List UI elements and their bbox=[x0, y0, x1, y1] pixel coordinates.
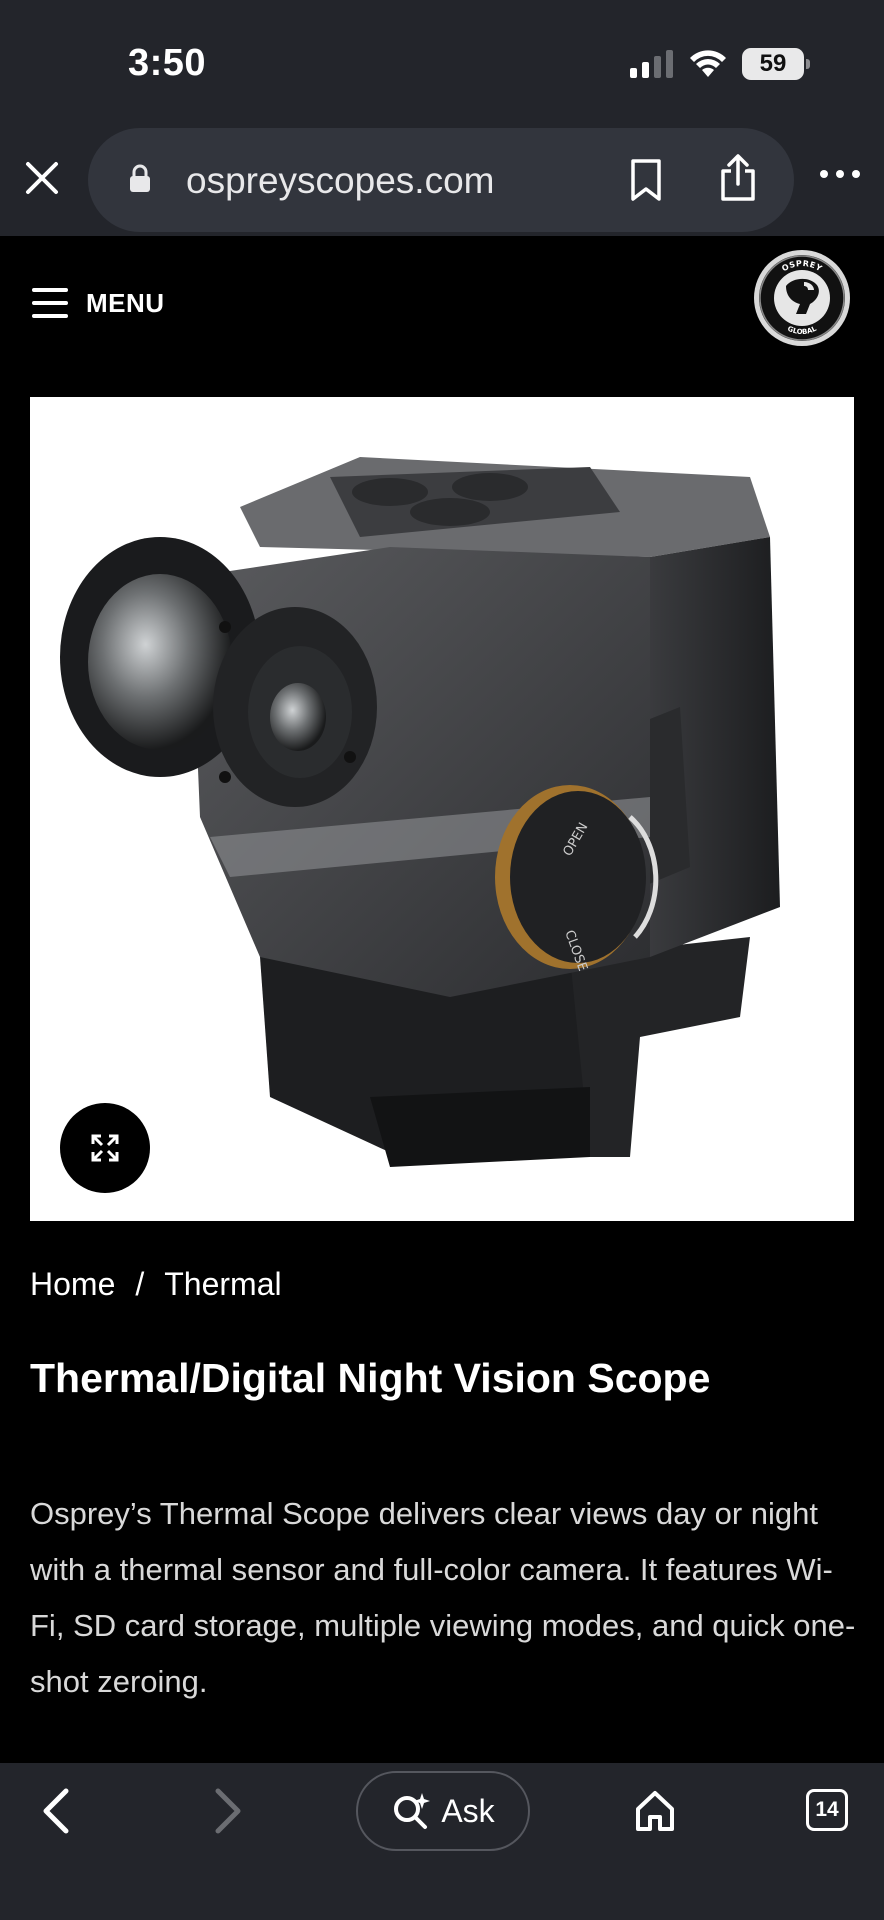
product-image[interactable]: OPEN CLOSE bbox=[30, 397, 854, 1221]
osprey-logo[interactable]: OSPREY GLOBAL bbox=[752, 248, 852, 348]
ask-button[interactable]: Ask bbox=[356, 1771, 530, 1851]
url-bar[interactable]: ospreyscopes.com bbox=[88, 128, 794, 232]
bookmark-icon[interactable] bbox=[628, 158, 664, 202]
ask-search-icon bbox=[394, 1793, 431, 1829]
product-description: Osprey’s Thermal Scope delivers clear vi… bbox=[30, 1496, 856, 1699]
ask-label: Ask bbox=[441, 1792, 495, 1829]
breadcrumb-separator: / bbox=[135, 1266, 145, 1302]
home-icon[interactable] bbox=[634, 1789, 676, 1833]
back-icon[interactable] bbox=[38, 1785, 74, 1837]
hamburger-icon bbox=[32, 288, 68, 318]
close-icon[interactable] bbox=[22, 158, 62, 198]
wifi-icon bbox=[690, 50, 726, 77]
battery-indicator: 59 bbox=[742, 48, 810, 80]
lock-icon bbox=[130, 164, 150, 192]
menu-label: MENU bbox=[86, 287, 165, 318]
url-text[interactable]: ospreyscopes.com bbox=[186, 160, 494, 202]
tabs-button[interactable]: 14 bbox=[806, 1789, 848, 1831]
browser-toolbar: Ask 14 bbox=[0, 1763, 884, 1920]
expand-icon bbox=[91, 1134, 119, 1162]
browser-chrome: 3:50 59 ospreyscopes.com bbox=[0, 0, 884, 236]
breadcrumb-home[interactable]: Home bbox=[30, 1266, 115, 1303]
breadcrumb: Home / Thermal bbox=[30, 1266, 282, 1303]
breadcrumb-current[interactable]: Thermal bbox=[164, 1266, 281, 1303]
more-icon[interactable] bbox=[818, 164, 862, 184]
status-time: 3:50 bbox=[128, 42, 207, 84]
scope-illustration: OPEN CLOSE bbox=[60, 457, 780, 1167]
signal-icon bbox=[630, 50, 673, 78]
menu-button[interactable]: MENU bbox=[32, 280, 165, 326]
product-title: Thermal/Digital Night Vision Scope bbox=[30, 1355, 711, 1401]
status-indicators: 59 bbox=[630, 46, 810, 82]
tab-count: 14 bbox=[815, 1798, 839, 1821]
share-icon[interactable] bbox=[718, 154, 758, 202]
forward-icon[interactable] bbox=[210, 1785, 246, 1837]
expand-image-button[interactable] bbox=[60, 1103, 150, 1193]
site-header: MENU OSPREY GLOBAL bbox=[0, 236, 884, 396]
